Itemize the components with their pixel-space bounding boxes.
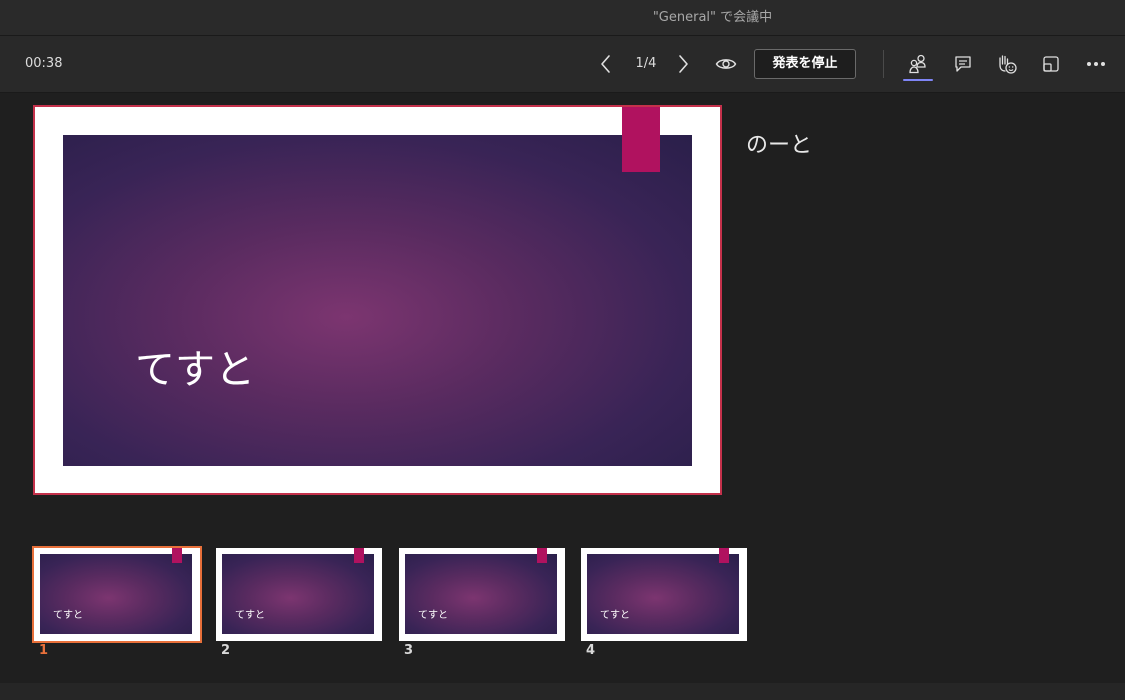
bottom-bar (0, 683, 1125, 700)
thumbnail-title: てすと (235, 610, 265, 621)
reactions-button[interactable] (991, 48, 1023, 80)
slide-thumbnail-1[interactable]: てすと (32, 546, 202, 643)
people-button[interactable] (902, 48, 934, 80)
slide-background: てすと (63, 135, 692, 466)
slide-number-1: 1 (39, 643, 49, 658)
share-tray-button[interactable] (1035, 48, 1067, 80)
previous-slide-button[interactable] (590, 48, 622, 80)
window-title: "General" で会議中 (652, 10, 773, 25)
title-bar: "General" で会議中 (0, 0, 1125, 36)
next-slide-button[interactable] (667, 48, 699, 80)
thumbnail-title: てすと (53, 610, 83, 621)
more-icon (1087, 62, 1105, 66)
thumbnail-accent-tab (719, 548, 729, 563)
audience-view-button[interactable] (710, 48, 742, 80)
thumbnail-background: てすと (405, 554, 557, 634)
slide-thumbnail-2[interactable]: てすと (216, 548, 382, 641)
thumbnail-background: てすと (587, 554, 739, 634)
slide-thumbnail-4[interactable]: てすと (581, 548, 747, 641)
eye-icon (715, 59, 737, 69)
current-slide: てすと (33, 105, 722, 495)
slide-number-2: 2 (221, 643, 231, 658)
slide-title: てすと (135, 347, 255, 393)
chevron-right-icon (679, 55, 688, 73)
slide-accent-tab (622, 107, 660, 172)
thumbnail-accent-tab (537, 548, 547, 563)
people-active-indicator (903, 79, 933, 81)
raise-hand-icon (999, 55, 1017, 74)
toolbar-divider (883, 50, 884, 78)
thumbnail-accent-tab (354, 548, 364, 563)
share-tray-icon (1043, 56, 1059, 72)
slide-page-indicator: 1/4 (635, 56, 657, 71)
stop-presenting-button[interactable]: 発表を停止 (754, 49, 856, 79)
thumbnail-accent-tab (172, 548, 182, 563)
elapsed-timer: 00:38 (25, 56, 63, 71)
thumbnail-title: てすと (418, 610, 448, 621)
people-icon (909, 54, 926, 74)
presenter-toolbar: 00:38 1/4 発表を停止 (0, 36, 1125, 93)
chat-icon (955, 56, 971, 72)
slide-thumbnail-3[interactable]: てすと (399, 548, 565, 641)
thumbnail-title: てすと (600, 610, 630, 621)
chat-button[interactable] (947, 48, 979, 80)
speaker-notes: のーと (746, 133, 813, 158)
chevron-left-icon (601, 55, 610, 73)
thumbnail-background: てすと (222, 554, 374, 634)
more-options-button[interactable] (1080, 48, 1112, 80)
thumbnail-background: てすと (40, 554, 192, 634)
slide-number-4: 4 (586, 643, 596, 658)
slide-number-3: 3 (404, 643, 414, 658)
